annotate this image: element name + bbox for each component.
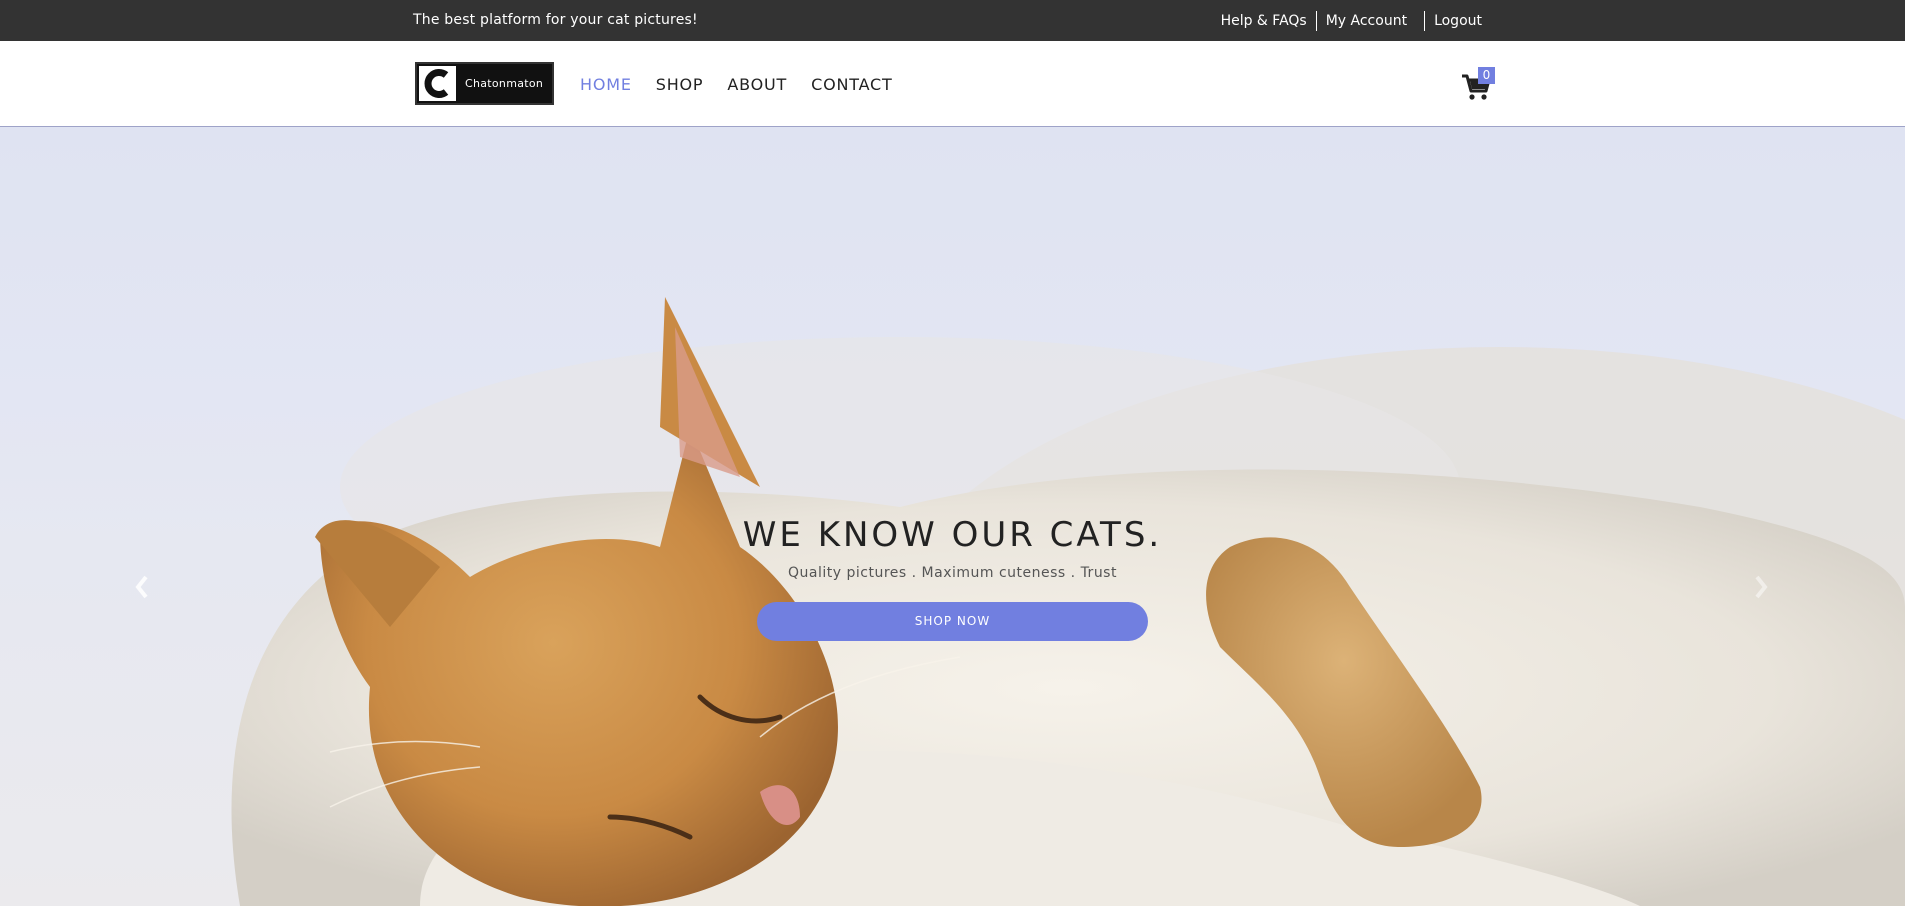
cart-button[interactable]: 0 bbox=[1461, 67, 1497, 101]
main-nav: HOME SHOP ABOUT CONTACT bbox=[580, 41, 917, 127]
shop-now-button[interactable]: SHOP NOW bbox=[757, 602, 1148, 641]
my-account-link[interactable]: My Account bbox=[1317, 11, 1416, 31]
slider-next-button[interactable] bbox=[1745, 567, 1775, 607]
help-faqs-link[interactable]: Help & FAQs bbox=[1212, 11, 1316, 31]
nav-contact[interactable]: CONTACT bbox=[811, 75, 892, 94]
tagline: The best platform for your cat pictures! bbox=[413, 12, 698, 28]
hero-title: WE KNOW OUR CATS. bbox=[742, 515, 1163, 555]
cart-count-badge: 0 bbox=[1478, 67, 1495, 84]
site-logo[interactable]: Chatonmaton bbox=[415, 62, 554, 105]
top-links: Help & FAQs My Account Logout bbox=[1212, 0, 1491, 41]
hero-caption: WE KNOW OUR CATS. Quality pictures . Max… bbox=[0, 515, 1905, 581]
logo-c-icon bbox=[419, 66, 456, 101]
hero-subtitle: Quality pictures . Maximum cuteness . Tr… bbox=[788, 565, 1117, 581]
chevron-left-icon bbox=[135, 575, 148, 599]
logout-link[interactable]: Logout bbox=[1425, 11, 1491, 31]
slider-prev-button[interactable] bbox=[128, 567, 158, 607]
hero-slider: WE KNOW OUR CATS. Quality pictures . Max… bbox=[0, 127, 1905, 906]
nav-home[interactable]: HOME bbox=[580, 75, 632, 94]
main-header: Chatonmaton HOME SHOP ABOUT CONTACT 0 bbox=[0, 41, 1905, 127]
logo-text: Chatonmaton bbox=[465, 77, 544, 90]
nav-shop[interactable]: SHOP bbox=[656, 75, 704, 94]
chevron-right-icon bbox=[1755, 575, 1768, 599]
nav-about[interactable]: ABOUT bbox=[727, 75, 787, 94]
top-bar: The best platform for your cat pictures!… bbox=[0, 0, 1905, 41]
